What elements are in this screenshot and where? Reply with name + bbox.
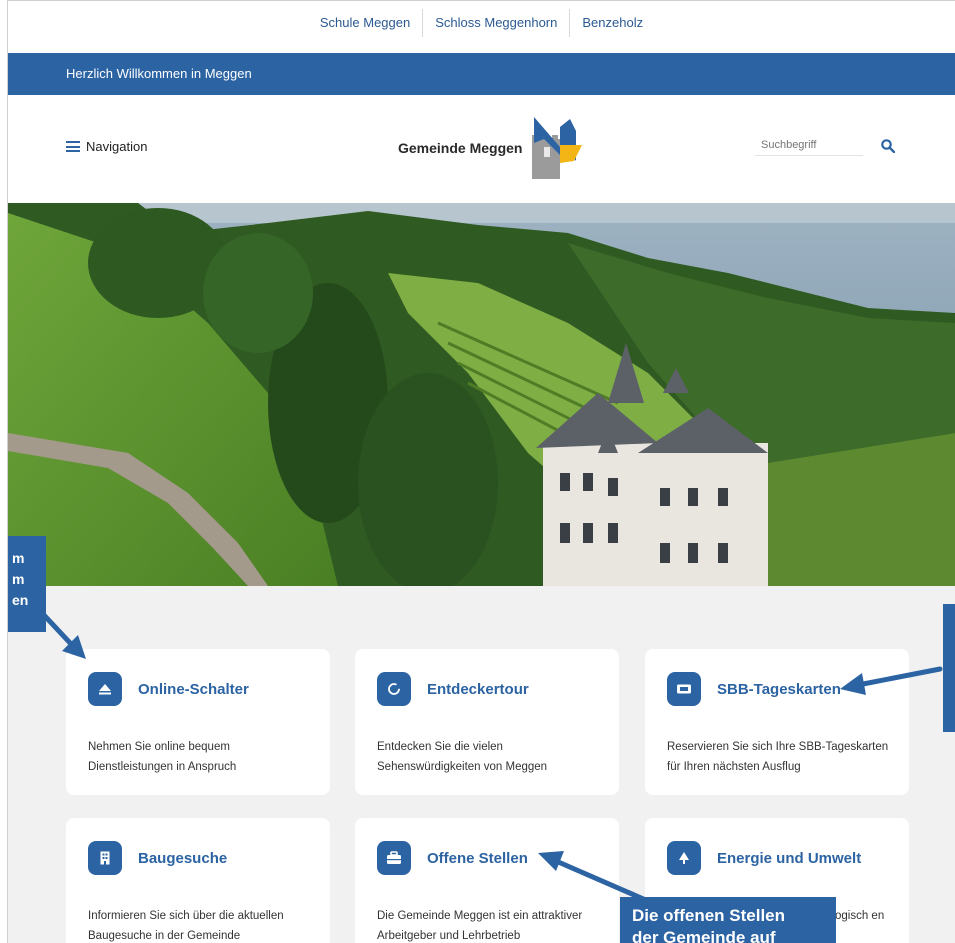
search-icon[interactable] xyxy=(881,138,895,153)
card-offene-stellen[interactable]: Offene Stellen Die Gemeinde Meggen ist e… xyxy=(355,818,619,943)
navigation-label: Navigation xyxy=(86,139,148,154)
card-description: Informieren Sie sich über die aktuellen … xyxy=(88,910,284,942)
card-description: Entdecken Sie die vielen Sehenswürdigkei… xyxy=(377,741,548,773)
annotation-callout-left: m m en xyxy=(8,536,46,632)
search-input[interactable] xyxy=(755,135,863,156)
ticket-icon xyxy=(667,672,701,706)
toplink-schule-meggen[interactable]: Schule Meggen xyxy=(308,9,422,37)
welcome-text: Herzlich Willkommen in Meggen xyxy=(66,66,252,81)
annotation-callout-bottom: Die offenen Stellen der Gemeinde auf xyxy=(620,897,836,943)
card-online-schalter[interactable]: Online-Schalter Nehmen Sie online bequem… xyxy=(66,649,330,795)
toplink-schloss-meggenhorn[interactable]: Schloss Meggenhorn xyxy=(422,9,569,37)
top-links: Schule Meggen Schloss Meggenhorn Benzeho… xyxy=(8,1,955,45)
browser-page: Schule Meggen Schloss Meggenhorn Benzeho… xyxy=(7,0,955,943)
annotation-line: der Gemeinde auf xyxy=(632,928,776,943)
annotation-line: m xyxy=(12,571,25,587)
briefcase-icon xyxy=(377,841,411,875)
hamburger-icon xyxy=(66,141,80,152)
search-box xyxy=(755,135,895,156)
annotation-line: en xyxy=(12,592,29,608)
card-entdeckertour[interactable]: Entdeckertour Entdecken Sie die vielen S… xyxy=(355,649,619,795)
card-description: Reservieren Sie sich Ihre SBB-Tageskarte… xyxy=(667,741,889,773)
tree-icon xyxy=(667,841,701,875)
navigation-toggle[interactable]: Navigation xyxy=(66,139,147,154)
logo-text: Gemeinde Meggen xyxy=(398,140,523,156)
annotation-line: Die offenen Stellen xyxy=(632,906,786,925)
hero-image xyxy=(8,203,955,586)
circle-icon xyxy=(377,672,411,706)
card-title: SBB-Tageskarten xyxy=(717,680,841,698)
annotation-line: m xyxy=(12,550,25,566)
site-logo[interactable]: Gemeinde Meggen xyxy=(398,117,583,179)
annotation-callout-right xyxy=(943,604,955,732)
card-baugesuche[interactable]: Baugesuche Informieren Sie sich über die… xyxy=(66,818,330,943)
building-icon xyxy=(88,841,122,875)
card-sbb-tageskarten[interactable]: SBB-Tageskarten Reservieren Sie sich Ihr… xyxy=(645,649,909,795)
card-description: Nehmen Sie online bequem Dienstleistunge… xyxy=(88,741,237,773)
card-title: Offene Stellen xyxy=(427,849,528,867)
toplink-benzeholz[interactable]: Benzeholz xyxy=(569,9,655,37)
welcome-bar: Herzlich Willkommen in Meggen xyxy=(8,53,955,95)
hero-landscape xyxy=(8,203,955,586)
card-title: Energie und Umwelt xyxy=(717,849,862,867)
card-title: Baugesuche xyxy=(138,849,228,867)
site-header: Navigation Gemeinde Meggen xyxy=(8,95,955,203)
card-title: Online-Schalter xyxy=(138,680,249,698)
card-description: ogisch en xyxy=(835,910,885,922)
card-title: Entdeckertour xyxy=(427,680,529,698)
eject-icon xyxy=(88,672,122,706)
meggen-crest-icon xyxy=(532,117,583,179)
card-description: Die Gemeinde Meggen ist ein attraktiver … xyxy=(377,910,583,942)
